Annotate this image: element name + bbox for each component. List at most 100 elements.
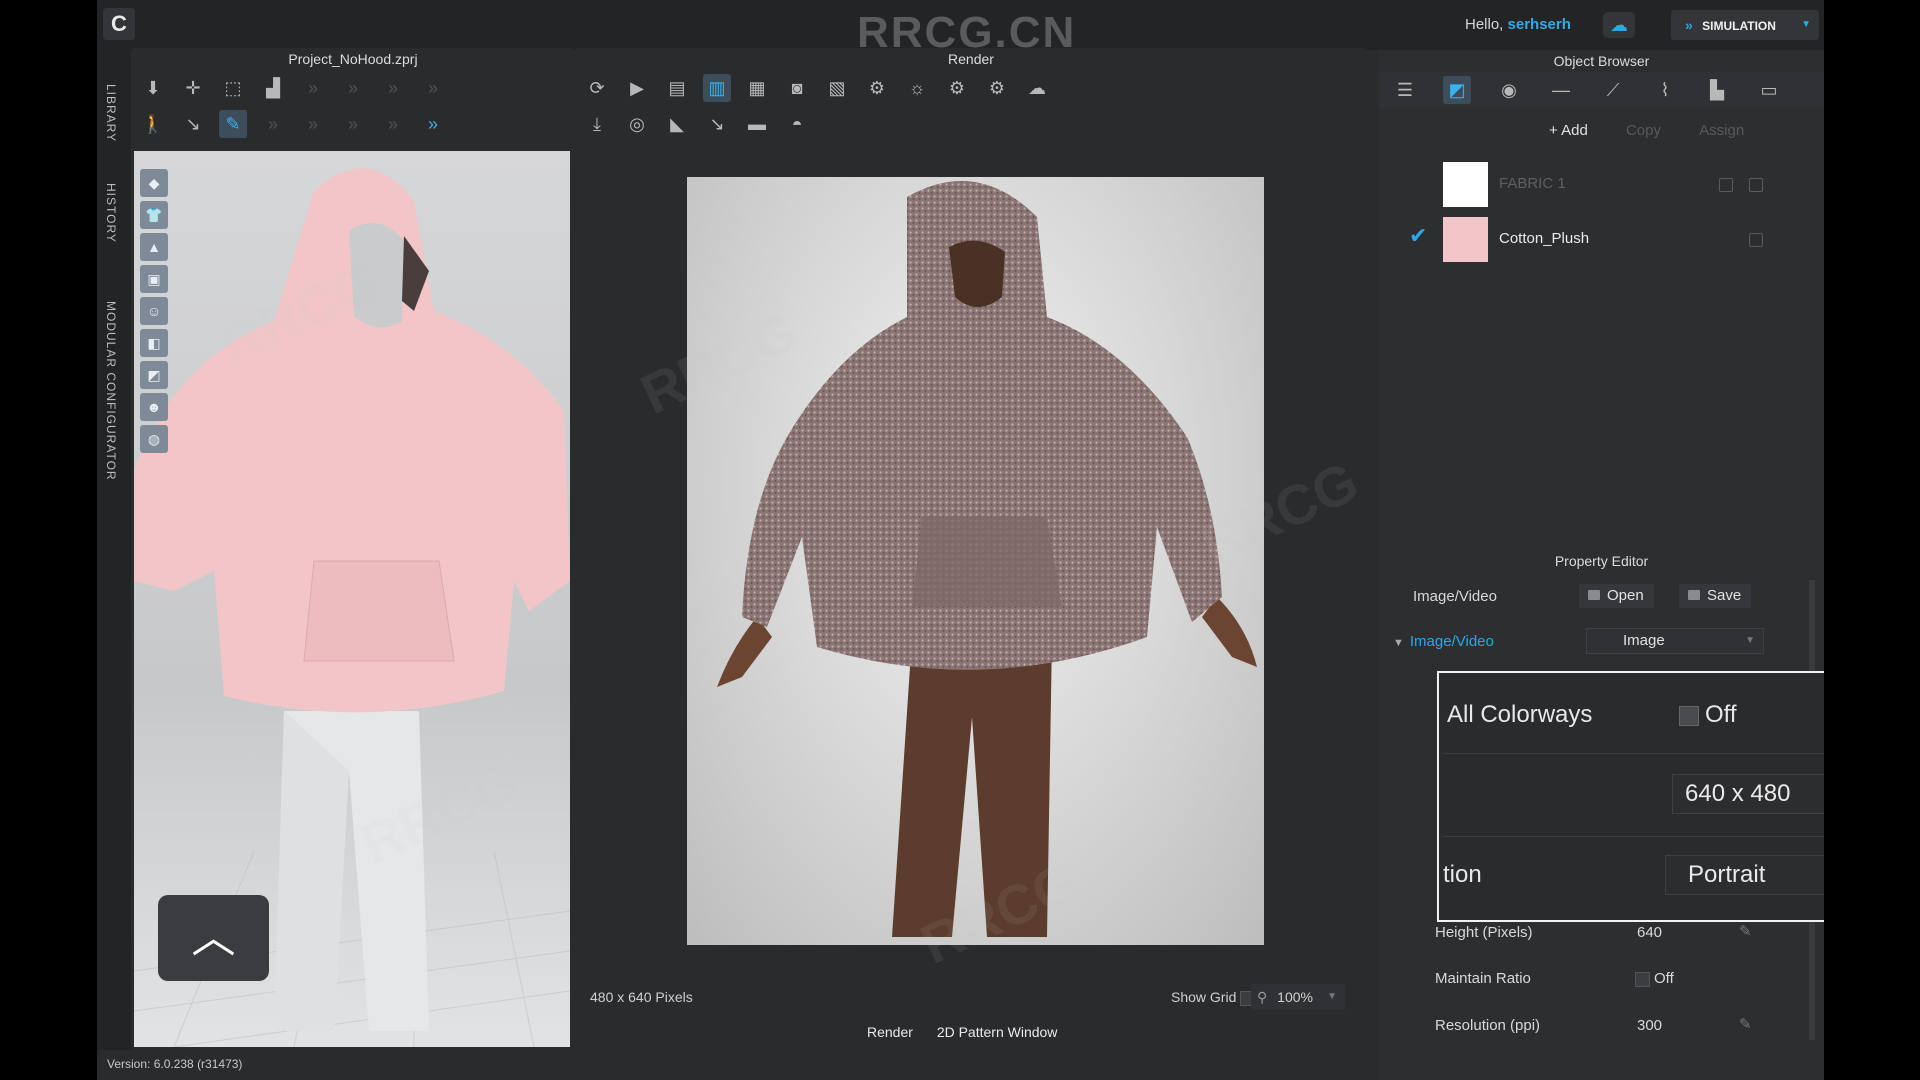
divider [1443,753,1824,754]
import-icon[interactable]: ⤓ [583,110,611,138]
settings-icon[interactable]: ⚙ [863,74,891,102]
tool-more-icon[interactable]: » [419,74,447,102]
sync-icon[interactable]: ⟳ [583,74,611,102]
fabric-list-item[interactable]: FABRIC 1 [1379,160,1824,212]
all-colorways-checkbox[interactable] [1679,705,1699,726]
tool-more-icon[interactable]: » [339,74,367,102]
open-button[interactable]: Open [1579,584,1654,608]
image-mode-select[interactable]: Image ▼ [1586,628,1764,654]
divider [1443,836,1824,837]
tab-2d-pattern-window[interactable]: 2D Pattern Window [937,1024,1058,1040]
globe-icon[interactable]: ◍ [140,425,168,453]
measure-icon[interactable]: ✎ [219,110,247,138]
button-tab-icon[interactable]: ◉ [1495,76,1523,104]
cloud-icon[interactable]: ☁ [1603,12,1635,38]
app-window: C RRCG.CN Hello, serhserh ☁ » SIMULATION… [97,0,1824,1080]
orientation-select[interactable]: Portrait ▼ [1665,855,1824,895]
object-browser-toolbar: ☰ ◩ ◉ — ⟋ ⌇ ▙ ▭ [1379,72,1824,108]
move-down-icon[interactable]: ⬇ [139,74,167,102]
username[interactable]: serhserh [1508,16,1571,33]
zoom-callout: All Colorways Off 640 x 480 ⬉ ▼ tion Por… [1437,671,1824,922]
pin-icon[interactable]: ↘ [179,110,207,138]
copy-button[interactable]: Copy [1626,122,1661,139]
tool-more-icon[interactable]: » [299,110,327,138]
avatar-pose-icon[interactable]: 🚶 [139,110,167,138]
sphere-icon[interactable]: ◎ [623,110,651,138]
render-image-icon[interactable]: ▥ [703,74,731,102]
add-button[interactable]: + Add [1549,122,1588,139]
maintain-ratio-toggle[interactable]: Off [1635,970,1674,987]
zipper-tab-icon[interactable]: ⌇ [1651,76,1679,104]
camera-icon[interactable]: ◙ [783,74,811,102]
open-label: Open [1607,587,1644,604]
save-icon [1688,590,1700,600]
expand-toolbar-icon[interactable]: » [419,110,447,138]
render-preview-image[interactable] [687,177,1264,945]
trim-tab-icon[interactable]: ▭ [1755,76,1783,104]
render-size-label: 480 x 640 Pixels [590,989,693,1005]
simulation-label: SIMULATION [1702,19,1776,33]
tab-render[interactable]: Render [867,1024,913,1040]
tool-more-icon[interactable]: » [379,110,407,138]
spotlight-icon[interactable]: ◣ [663,110,691,138]
tool-more-icon[interactable]: » [379,74,407,102]
all-colorways-toggle[interactable]: Off [1679,701,1737,729]
graphic-tab-icon[interactable]: ▙ [1703,76,1731,104]
dome-icon[interactable]: ◓ [783,110,811,138]
show-grid-toggle[interactable]: Show Grid [1171,989,1256,1006]
fold-icon[interactable]: ▟ [259,74,287,102]
document-icon[interactable]: ▦ [743,74,771,102]
garment-icon[interactable]: 👕 [140,201,168,229]
scroll-up-button[interactable]: ︿ [158,895,269,981]
fabric-delete-icon[interactable] [1749,178,1763,192]
avatar-view-icon[interactable]: ☻ [140,393,168,421]
history-tab[interactable]: HISTORY [104,183,118,243]
camera-settings-icon[interactable]: ⚙ [943,74,971,102]
app-logo-icon[interactable]: C [103,8,135,40]
tool-more-icon[interactable]: » [339,110,367,138]
height-value[interactable]: 640 [1637,924,1662,941]
fabric-icon[interactable]: ▣ [140,265,168,293]
library-tab[interactable]: LIBRARY [104,84,118,142]
plane-icon[interactable]: ▬ [743,110,771,138]
fabric-option-icon[interactable] [1719,178,1733,192]
texture-icon[interactable]: ▲ [140,233,168,261]
line-tab-icon[interactable]: — [1547,76,1575,104]
image-icon[interactable]: ▧ [823,74,851,102]
avatar-icon[interactable]: ◆ [140,169,168,197]
render-video-icon[interactable]: ▤ [663,74,691,102]
person-icon[interactable]: ☺ [140,297,168,325]
tool-more-icon[interactable]: » [299,74,327,102]
arrow-light-icon[interactable]: ↘ [703,110,731,138]
save-button[interactable]: Save [1679,584,1752,608]
play-icon[interactable]: ▶ [623,74,651,102]
fabric-name: Cotton_Plush [1499,230,1590,247]
assign-button[interactable]: Assign [1699,122,1744,139]
fabric-list-item[interactable]: ✔ Cotton_Plush [1379,215,1824,267]
list-icon[interactable]: ☰ [1391,76,1419,104]
simulation-button[interactable]: » SIMULATION ▼ [1671,10,1819,40]
environment-settings-icon[interactable]: ⚙ [983,74,1011,102]
select-box-icon[interactable]: ⬚ [219,74,247,102]
image-size-select[interactable]: 640 x 480 ⬉ ▼ [1672,774,1824,814]
transform-icon[interactable]: ✛ [179,74,207,102]
maintain-ratio-value: Off [1654,970,1674,987]
edit-icon[interactable]: ✎ [1739,922,1752,940]
fabric-option-icon[interactable] [1749,233,1763,247]
fabric-tab-icon[interactable]: ◩ [1443,76,1471,104]
topstitch-tab-icon[interactable]: ⟋ [1599,76,1627,104]
cloud-render-icon[interactable]: ☁ [1023,74,1051,102]
image-video-section[interactable]: ▼ Image/Video [1393,633,1494,650]
resolution-value[interactable]: 300 [1637,1017,1662,1034]
solid-icon[interactable]: ◩ [140,361,168,389]
chevron-down-icon[interactable]: ▼ [1801,10,1811,40]
edit-icon[interactable]: ✎ [1739,1015,1752,1033]
folder-icon [1588,590,1600,600]
modular-configurator-tab[interactable]: MODULAR CONFIGURATOR [104,301,118,481]
light-settings-icon[interactable]: ☼ [903,74,931,102]
fabric-swatch [1443,162,1488,207]
tool-more-icon[interactable]: » [259,110,287,138]
zoom-select[interactable]: ⚲ 100% ▼ [1251,984,1345,1010]
layer-icon[interactable]: ◧ [140,329,168,357]
maintain-ratio-checkbox[interactable] [1635,971,1650,987]
